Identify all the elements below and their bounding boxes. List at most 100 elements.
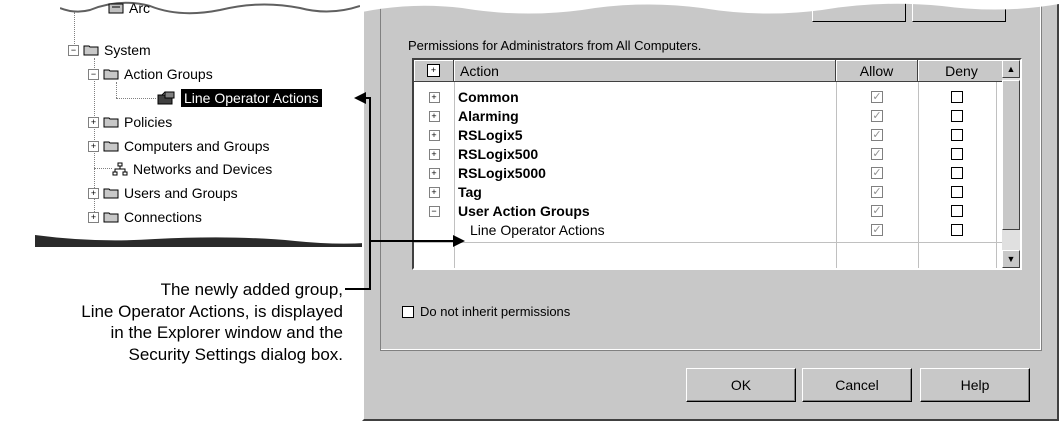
inherit-checkbox[interactable]: [402, 305, 414, 318]
action-name: Line Operator Actions: [470, 222, 605, 238]
tree-item-action-groups[interactable]: − Action Groups: [88, 64, 213, 84]
callout-line: The newly added group,: [160, 280, 343, 299]
callout-line: Security Settings dialog box.: [128, 344, 343, 364]
tree-item-networks-and-devices[interactable]: Networks and Devices: [112, 159, 272, 179]
deny-checkbox[interactable]: [951, 186, 963, 198]
action-name: Common: [458, 89, 519, 105]
grid-row[interactable]: + RSLogix500 ✓: [414, 145, 1006, 163]
expand-icon[interactable]: +: [428, 91, 440, 103]
tree-item-policies[interactable]: + Policies: [88, 112, 172, 132]
callout-text: The newly added group, Line Operator Act…: [81, 279, 343, 365]
torn-edge-bottom: [35, 235, 365, 247]
tree-item-line-operator-actions[interactable]: Line Operator Actions: [156, 88, 322, 108]
tree-item-label: Connections: [124, 209, 202, 225]
tree-item-arc[interactable]: Arc: [108, 0, 150, 18]
action-column-header[interactable]: Action: [454, 60, 836, 82]
allow-column-header[interactable]: Allow: [836, 60, 918, 82]
scroll-thumb[interactable]: [1002, 80, 1020, 230]
tree-item-computers-and-groups[interactable]: + Computers and Groups: [88, 136, 270, 156]
folder-icon: [103, 212, 119, 223]
tree-item-label: Line Operator Actions: [181, 89, 322, 107]
ok-button[interactable]: OK: [686, 368, 796, 402]
callout-line: Line Operator Actions, is displayed: [81, 301, 343, 321]
collapse-icon[interactable]: −: [88, 68, 99, 80]
grid-header: + Action Allow Deny: [414, 60, 1006, 82]
expand-icon[interactable]: +: [428, 148, 440, 160]
expand-all-header[interactable]: +: [414, 60, 454, 82]
tree-line: [94, 168, 112, 169]
grid-line: [414, 242, 1006, 243]
deny-column-header[interactable]: Deny: [918, 60, 1006, 82]
grid-row-child[interactable]: Line Operator Actions ✓: [414, 221, 1006, 239]
allow-checkbox[interactable]: ✓: [871, 110, 883, 122]
grid-row[interactable]: − User Action Groups ✓: [414, 202, 1006, 220]
deny-checkbox[interactable]: [951, 91, 963, 103]
deny-checkbox[interactable]: [951, 129, 963, 141]
tree-item-system[interactable]: − System: [68, 40, 151, 60]
expand-icon[interactable]: +: [88, 140, 99, 152]
tree-line: [116, 98, 156, 99]
expand-icon[interactable]: +: [428, 129, 440, 141]
expand-all-icon[interactable]: +: [427, 64, 440, 77]
tree-item-label: Policies: [124, 114, 173, 130]
expand-icon[interactable]: +: [428, 167, 440, 179]
allow-checkbox[interactable]: ✓: [871, 224, 883, 236]
deny-checkbox[interactable]: [951, 148, 963, 160]
scroll-down-icon[interactable]: ▼: [1002, 250, 1020, 268]
collapse-icon[interactable]: −: [68, 44, 79, 56]
deny-checkbox[interactable]: [951, 224, 963, 236]
callout-line: in the Explorer window and the: [110, 323, 343, 342]
folder-icon: [103, 188, 119, 199]
tree-item-users-and-groups[interactable]: + Users and Groups: [88, 183, 238, 203]
allow-checkbox[interactable]: ✓: [871, 205, 883, 217]
cancel-button[interactable]: Cancel: [802, 368, 912, 402]
torn-edge-top: [60, 0, 360, 15]
grid-row[interactable]: + RSLogix5000 ✓: [414, 164, 1006, 182]
expand-icon[interactable]: +: [428, 110, 440, 122]
tree-line: [116, 82, 117, 98]
action-name: RSLogix500: [458, 146, 539, 162]
permissions-caption: Permissions for Administrators from All …: [408, 38, 702, 53]
action-name: Tag: [458, 184, 482, 200]
tree-item-label: Networks and Devices: [133, 161, 273, 177]
expand-icon[interactable]: +: [88, 187, 99, 199]
inherit-label: Do not inherit permissions: [420, 304, 571, 319]
action-name: Alarming: [458, 108, 519, 124]
grid-row[interactable]: + Tag ✓: [414, 183, 1006, 201]
permissions-grid: + Action Allow Deny + Common ✓ + Alarmin…: [412, 58, 1022, 270]
folder-open-icon: [103, 69, 119, 80]
help-button[interactable]: Help: [920, 368, 1030, 402]
deny-checkbox[interactable]: [951, 110, 963, 122]
grid-row[interactable]: + Alarming ✓: [414, 107, 1006, 125]
allow-checkbox[interactable]: ✓: [871, 129, 883, 141]
expand-icon[interactable]: +: [428, 186, 440, 198]
allow-checkbox[interactable]: ✓: [871, 91, 883, 103]
tree-item-label: Arc: [129, 0, 150, 16]
allow-checkbox[interactable]: ✓: [871, 186, 883, 198]
tree-item-connections[interactable]: + Connections: [88, 207, 202, 227]
expand-icon[interactable]: +: [88, 116, 99, 128]
tree-item-label: Users and Groups: [124, 185, 238, 201]
torn-edge-dialog: [362, 0, 1059, 14]
folder-icon: [103, 117, 119, 128]
folder-icon: [103, 141, 119, 152]
action-name: User Action Groups: [458, 203, 590, 219]
tree-item-label: Computers and Groups: [124, 138, 270, 154]
allow-checkbox[interactable]: ✓: [871, 148, 883, 160]
grid-row[interactable]: + Common ✓: [414, 88, 1006, 106]
tree-item-label: Action Groups: [124, 66, 213, 82]
network-icon: [112, 162, 128, 176]
archive-icon: [108, 3, 124, 14]
deny-checkbox[interactable]: [951, 167, 963, 179]
collapse-icon[interactable]: −: [428, 205, 440, 217]
grid-row[interactable]: + RSLogix5 ✓: [414, 126, 1006, 144]
action-group-icon: [157, 91, 175, 105]
folder-open-icon: [83, 45, 99, 56]
tree-item-label: System: [104, 42, 151, 58]
vertical-scrollbar[interactable]: ▲ ▼: [1002, 60, 1020, 268]
scroll-up-icon[interactable]: ▲: [1002, 60, 1020, 78]
inherit-option[interactable]: Do not inherit permissions: [402, 304, 570, 319]
expand-icon[interactable]: +: [88, 211, 99, 223]
allow-checkbox[interactable]: ✓: [871, 167, 883, 179]
deny-checkbox[interactable]: [951, 205, 963, 217]
